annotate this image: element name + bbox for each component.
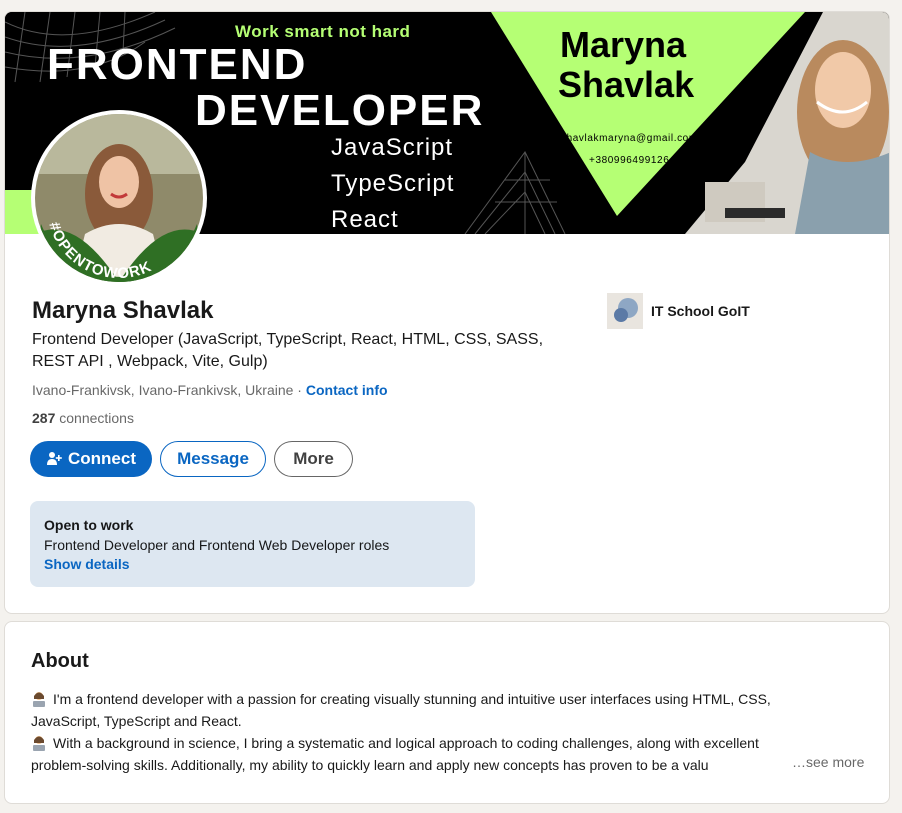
current-company[interactable]: IT School GoIT	[607, 293, 750, 329]
connections-row[interactable]: 287 connections	[32, 410, 134, 426]
open-to-work-roles: Frontend Developer and Frontend Web Deve…	[44, 537, 390, 553]
location-separator: ·	[293, 382, 306, 398]
banner-name-line2: Shavlak	[558, 64, 695, 105]
more-button[interactable]: More	[274, 441, 353, 477]
profile-location-row: Ivano-Frankivsk, Ivano-Frankivsk, Ukrain…	[32, 382, 388, 398]
company-name: IT School GoIT	[651, 303, 750, 319]
about-line: With a background in science, I bring a …	[53, 735, 759, 751]
about-paragraph: I'm a frontend developer with a passion …	[31, 688, 867, 710]
banner-title-line1: FRONTEND	[47, 40, 308, 89]
about-paragraph-cont: problem-solving skills. Additionally, my…	[31, 754, 867, 776]
banner-title-line2: DEVELOPER	[195, 86, 485, 135]
connections-count: 287	[32, 410, 56, 426]
about-line: I'm a frontend developer with a passion …	[53, 691, 771, 707]
show-details-link[interactable]: Show details	[44, 555, 461, 574]
open-to-work-title: Open to work	[44, 517, 134, 533]
about-paragraph-cont: JavaScript, TypeScript and React.	[31, 710, 867, 732]
banner-tech-item: TypeScript	[331, 170, 455, 197]
avatar-photo: #OPENTOWORK	[35, 114, 203, 282]
add-person-icon	[46, 451, 62, 467]
about-text: I'm a frontend developer with a passion …	[31, 688, 867, 776]
profile-location: Ivano-Frankivsk, Ivano-Frankivsk, Ukrain…	[32, 382, 294, 398]
connections-label: connections	[55, 410, 134, 426]
open-to-work-box: Open to work Frontend Developer and Fron…	[30, 501, 475, 587]
profile-headline: Frontend Developer (JavaScript, TypeScri…	[32, 331, 544, 370]
profile-avatar[interactable]: #OPENTOWORK	[31, 110, 207, 286]
connect-label: Connect	[68, 449, 136, 468]
message-button[interactable]: Message	[160, 441, 266, 477]
woman-technologist-icon	[31, 691, 47, 707]
profile-card: Work smart not hard FRONTEND DEVELOPER J…	[4, 11, 890, 614]
about-line: problem-solving skills. Additionally, my…	[31, 757, 709, 773]
about-line: JavaScript, TypeScript and React.	[31, 713, 242, 729]
banner-tech-item: React	[331, 206, 399, 233]
banner-tech-item: JavaScript	[331, 134, 454, 161]
connect-button[interactable]: Connect	[30, 441, 152, 477]
banner-name-line1: Maryna	[560, 24, 687, 65]
banner-phone: +380996499126	[589, 155, 670, 166]
about-card: About I'm a frontend developer with a pa…	[4, 621, 890, 804]
contact-info-link[interactable]: Contact info	[306, 382, 388, 398]
company-logo-icon	[607, 293, 643, 329]
banner-email: shavlakmaryna@gmail.com	[561, 133, 698, 144]
about-title: About	[31, 650, 89, 672]
see-more-link[interactable]: …see more	[788, 754, 865, 770]
woman-technologist-icon	[31, 735, 47, 751]
banner-tagline: Work smart not hard	[235, 22, 411, 41]
about-paragraph: With a background in science, I bring a …	[31, 732, 867, 754]
profile-name: Maryna Shavlak	[32, 297, 214, 324]
